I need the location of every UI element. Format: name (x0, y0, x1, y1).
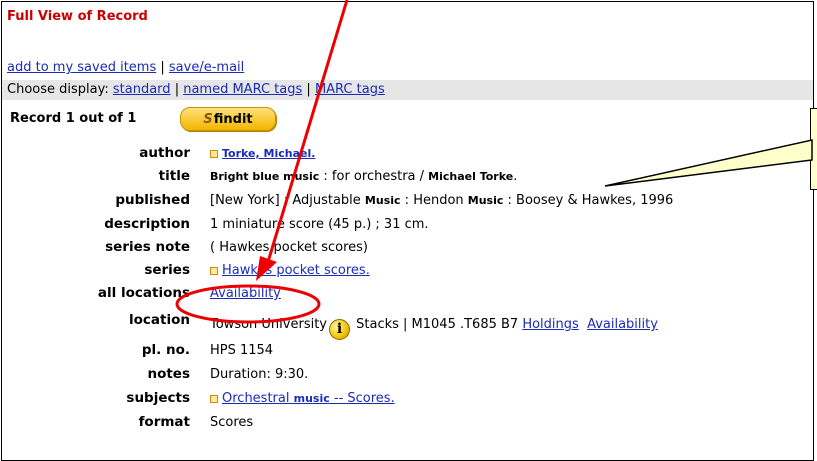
callout-bubble (810, 108, 817, 190)
field-label: format (138, 414, 190, 430)
findit-label: findit (213, 112, 253, 127)
field-value: HPS 1154 (210, 343, 274, 358)
series-link[interactable]: Hawkes pocket scores. (222, 263, 370, 278)
field-subjects: subjects Orchestral music -- Scores. (2, 390, 813, 412)
field-pl-no: pl. no. HPS 1154 (2, 342, 813, 364)
separator: | (160, 60, 165, 75)
field-label: location (129, 312, 190, 328)
record-actions: add to my saved items | save/e-mail (7, 60, 244, 75)
field-location: location Towson University i Stacks | M10… (2, 312, 813, 340)
display-options-bar: Choose display: standard | named MARC ta… (2, 80, 813, 100)
separator: | (306, 82, 311, 97)
separator: | (174, 82, 180, 97)
findit-s-icon: S (203, 112, 213, 127)
field-label: series (144, 262, 190, 278)
field-value: Bright blue music : for orchestra / Mich… (210, 169, 518, 184)
info-icon[interactable]: i (329, 319, 350, 340)
field-notes: notes Duration: 9:30. (2, 366, 813, 388)
field-author: author Torke, Michael. (2, 145, 813, 167)
field-value: Scores (210, 415, 254, 430)
author-link[interactable]: Torke, Michael. (222, 147, 315, 160)
display-marc-link[interactable]: MARC tags (315, 82, 385, 97)
page-title: Full View of Record (7, 9, 148, 24)
field-label: pl. no. (141, 342, 190, 358)
field-value: Duration: 9:30. (210, 367, 309, 382)
record-panel: Full View of Record add to my saved item… (1, 1, 814, 461)
bullet-icon (210, 266, 218, 275)
field-label: published (115, 192, 190, 208)
display-named-marc-link[interactable]: named MARC tags (183, 82, 302, 97)
save-items-link[interactable]: add to my saved items (7, 60, 156, 75)
field-series-note: series note ( Hawkes pocket scores) (2, 239, 813, 261)
field-label: subjects (126, 390, 190, 406)
subjects-link[interactable]: Orchestral music -- Scores. (222, 391, 395, 406)
field-format: format Scores (2, 414, 813, 436)
bullet-icon (210, 149, 218, 158)
bullet-icon (210, 394, 218, 403)
field-value: 1 miniature score (45 p.) ; 31 cm. (210, 217, 429, 232)
field-title: title Bright blue music : for orchestra … (2, 168, 813, 190)
availability-link[interactable]: Availability (210, 286, 281, 301)
field-description: description 1 miniature score (45 p.) ; … (2, 216, 813, 238)
field-published: published [New York] : Adjustable Music … (2, 192, 813, 214)
record-position: Record 1 out of 1 (10, 111, 137, 126)
field-label: notes (147, 366, 190, 382)
field-all-locations: all locations Availability (2, 285, 813, 307)
location-availability-link[interactable]: Availability (587, 317, 658, 332)
field-label: description (104, 216, 190, 232)
findit-button[interactable]: Sfindit (180, 107, 276, 131)
display-standard-link[interactable]: standard (113, 82, 171, 97)
field-value: [New York] : Adjustable Music : Hendon M… (210, 193, 674, 208)
field-label: series note (105, 239, 190, 255)
field-label: all locations (97, 285, 190, 301)
save-email-link[interactable]: save/e-mail (169, 60, 244, 75)
field-series: series Hawkes pocket scores. (2, 262, 813, 284)
field-label: title (158, 168, 190, 184)
display-label: Choose display: (7, 82, 109, 97)
field-value: ( Hawkes pocket scores) (210, 240, 368, 255)
holdings-link[interactable]: Holdings (522, 317, 578, 332)
field-label: author (139, 145, 190, 161)
